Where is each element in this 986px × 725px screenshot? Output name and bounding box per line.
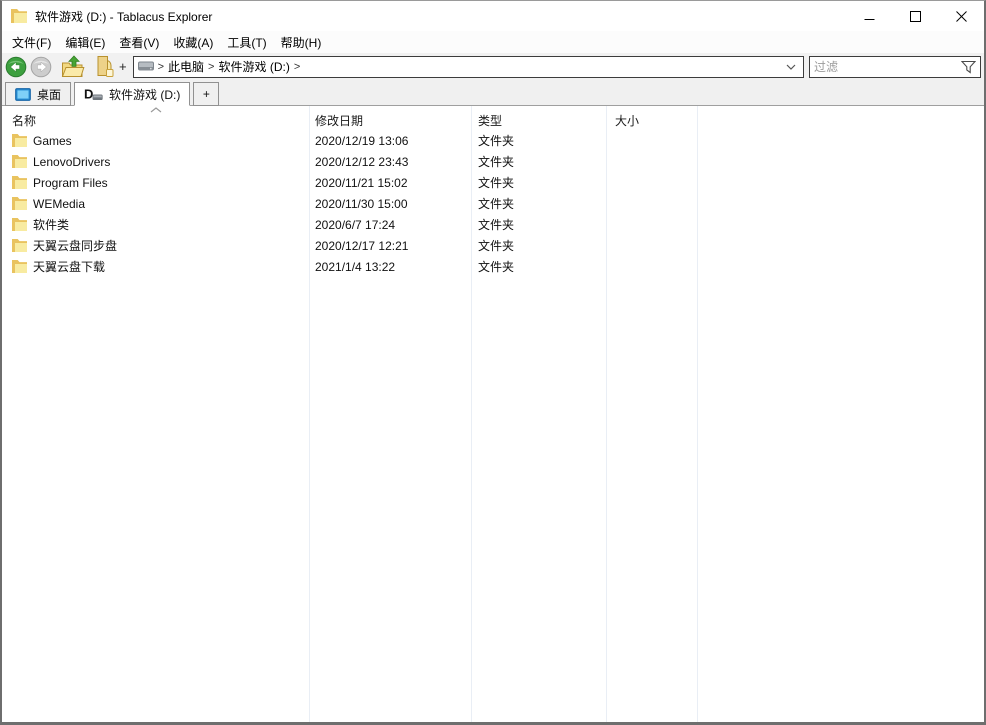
file-name: Games bbox=[33, 134, 72, 148]
folder-icon bbox=[12, 176, 27, 189]
file-row-cloud-download[interactable]: 天翼云盘下载 2021/1/4 13:22 文件夹 bbox=[2, 256, 984, 277]
column-header-type[interactable]: 类型 bbox=[471, 112, 606, 129]
desktop-icon bbox=[15, 88, 31, 101]
breadcrumb-drive-d[interactable]: 软件游戏 (D:) bbox=[218, 58, 289, 75]
breadcrumb-separator: > bbox=[208, 61, 214, 73]
file-date: 2020/6/7 17:24 bbox=[309, 218, 471, 232]
file-date: 2020/11/21 15:02 bbox=[309, 176, 471, 190]
file-type: 文件夹 bbox=[471, 237, 606, 254]
folders-button[interactable] bbox=[92, 55, 115, 78]
file-name: 软件类 bbox=[33, 216, 69, 233]
file-type: 文件夹 bbox=[471, 132, 606, 149]
file-row-cloud-sync[interactable]: 天翼云盘同步盘 2020/12/17 12:21 文件夹 bbox=[2, 235, 984, 256]
filter-box bbox=[809, 56, 981, 78]
drive-d-icon: D bbox=[84, 87, 103, 101]
column-header-date[interactable]: 修改日期 bbox=[309, 112, 471, 129]
file-name: 天翼云盘同步盘 bbox=[33, 237, 117, 254]
menu-edit[interactable]: 编辑(E) bbox=[58, 32, 112, 53]
tab-label: 软件游戏 (D:) bbox=[109, 86, 180, 103]
forward-icon bbox=[30, 56, 52, 78]
close-icon bbox=[956, 11, 967, 22]
tab-desktop[interactable]: 桌面 bbox=[5, 82, 71, 106]
file-date: 2020/12/17 12:21 bbox=[309, 239, 471, 253]
new-tab-button[interactable]: + bbox=[193, 82, 219, 106]
column-header-label: 名称 bbox=[12, 112, 36, 129]
folder-icon bbox=[12, 218, 27, 231]
address-dropdown-button[interactable] bbox=[783, 62, 799, 72]
file-list: 名称 修改日期 类型 大小 Games 2020/12/19 13:06 文件夹… bbox=[2, 106, 984, 722]
file-date: 2020/11/30 15:00 bbox=[309, 197, 471, 211]
chevron-down-icon bbox=[786, 64, 796, 70]
folder-icon bbox=[12, 155, 27, 168]
folder-icon bbox=[12, 239, 27, 252]
back-icon bbox=[5, 56, 27, 78]
menu-favorites[interactable]: 收藏(A) bbox=[166, 32, 220, 53]
title-bar: 软件游戏 (D:) - Tablacus Explorer bbox=[2, 1, 984, 31]
column-header-name[interactable]: 名称 bbox=[2, 112, 309, 129]
menu-file[interactable]: 文件(F) bbox=[5, 32, 58, 53]
address-bar[interactable]: > 此电脑 > 软件游戏 (D:) > bbox=[133, 56, 804, 78]
menu-help[interactable]: 帮助(H) bbox=[274, 32, 329, 53]
close-button[interactable] bbox=[938, 1, 984, 31]
tab-label: 桌面 bbox=[37, 86, 61, 103]
folder-icon bbox=[12, 260, 27, 273]
folder-icon bbox=[12, 197, 27, 210]
toolbar: + > 此电脑 > 软件游戏 (D:) > bbox=[2, 53, 984, 80]
file-row-wemedia[interactable]: WEMedia 2020/11/30 15:00 文件夹 bbox=[2, 193, 984, 214]
file-row-software[interactable]: 软件类 2020/6/7 17:24 文件夹 bbox=[2, 214, 984, 235]
svg-text:D: D bbox=[84, 87, 93, 101]
file-row-program-files[interactable]: Program Files 2020/11/21 15:02 文件夹 bbox=[2, 172, 984, 193]
folder-up-icon bbox=[61, 55, 85, 78]
menu-bar: 文件(F) 编辑(E) 查看(V) 收藏(A) 工具(T) 帮助(H) bbox=[2, 31, 984, 53]
file-type: 文件夹 bbox=[471, 216, 606, 233]
tab-drive-d-active[interactable]: D 软件游戏 (D:) bbox=[74, 82, 190, 106]
tablacus-explorer-window: 软件游戏 (D:) - Tablacus Explorer 文件(F) 编辑(E… bbox=[0, 0, 986, 725]
file-type: 文件夹 bbox=[471, 174, 606, 191]
filter-funnel-icon bbox=[961, 60, 976, 74]
forward-button[interactable] bbox=[30, 56, 52, 78]
up-folder-button[interactable] bbox=[61, 55, 85, 78]
maximize-icon bbox=[910, 11, 921, 22]
minimize-button[interactable] bbox=[846, 1, 892, 31]
folder-icon bbox=[12, 134, 27, 147]
file-date: 2020/12/12 23:43 bbox=[309, 155, 471, 169]
list-header: 名称 修改日期 类型 大小 bbox=[2, 106, 984, 130]
file-name: WEMedia bbox=[33, 197, 85, 211]
breadcrumb-separator: > bbox=[158, 61, 164, 73]
maximize-button[interactable] bbox=[892, 1, 938, 31]
folders-icon bbox=[92, 55, 115, 78]
back-button[interactable] bbox=[5, 56, 27, 78]
minimize-icon bbox=[864, 11, 875, 22]
file-row-lenovodrivers[interactable]: LenovoDrivers 2020/12/12 23:43 文件夹 bbox=[2, 151, 984, 172]
drive-icon bbox=[138, 61, 154, 72]
file-type: 文件夹 bbox=[471, 195, 606, 212]
file-row-games[interactable]: Games 2020/12/19 13:06 文件夹 bbox=[2, 130, 984, 151]
file-name: LenovoDrivers bbox=[33, 155, 110, 169]
window-title: 软件游戏 (D:) - Tablacus Explorer bbox=[35, 8, 212, 25]
app-folder-icon bbox=[11, 9, 27, 23]
menu-tools[interactable]: 工具(T) bbox=[220, 32, 273, 53]
file-type: 文件夹 bbox=[471, 153, 606, 170]
breadcrumb-separator: > bbox=[294, 61, 300, 73]
menu-view[interactable]: 查看(V) bbox=[112, 32, 166, 53]
file-name: 天翼云盘下载 bbox=[33, 258, 105, 275]
column-header-size[interactable]: 大小 bbox=[606, 112, 697, 129]
tab-bar: 桌面 D 软件游戏 (D:) + bbox=[2, 80, 984, 106]
file-date: 2020/12/19 13:06 bbox=[309, 134, 471, 148]
file-type: 文件夹 bbox=[471, 258, 606, 275]
breadcrumb-this-pc[interactable]: 此电脑 bbox=[168, 58, 204, 75]
new-tab-label: + bbox=[203, 87, 210, 101]
filter-input[interactable] bbox=[810, 60, 961, 74]
file-date: 2021/1/4 13:22 bbox=[309, 260, 471, 274]
toolbar-new-tab-button[interactable]: + bbox=[119, 59, 127, 74]
file-name: Program Files bbox=[33, 176, 108, 190]
